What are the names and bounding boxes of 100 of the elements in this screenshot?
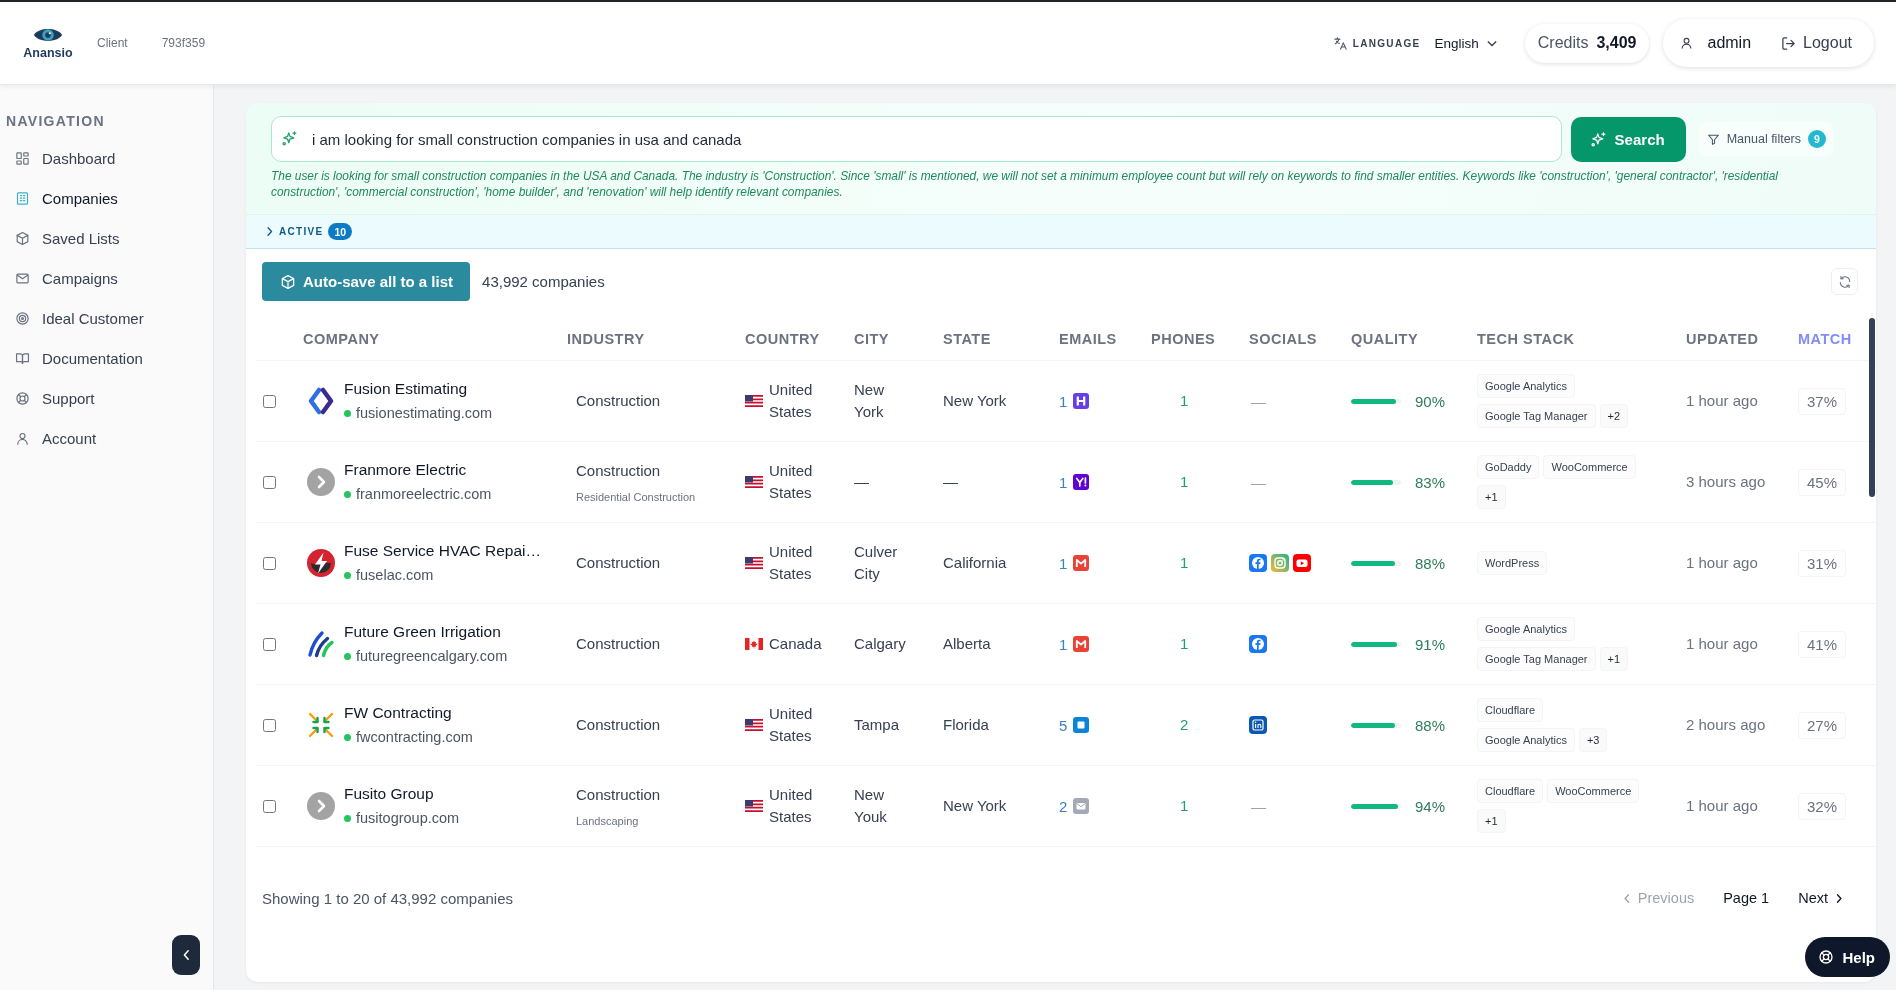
envelope-icon (1073, 798, 1090, 814)
column-header[interactable]: COUNTRY (745, 331, 820, 347)
yahoo-icon (1073, 474, 1090, 490)
column-header[interactable]: STATE (943, 331, 991, 347)
company-domain[interactable]: fwcontracting.com (356, 726, 473, 748)
state-name: California (943, 554, 1007, 571)
country-name: United States (769, 461, 814, 503)
column-header[interactable]: COMPANY (303, 331, 380, 347)
company-domain[interactable]: franmoreelectric.com (356, 483, 492, 505)
match-score: 31% (1798, 549, 1847, 577)
updated-time: 2 hours ago (1686, 716, 1766, 733)
building-icon (15, 190, 30, 206)
industry-label: Construction (576, 553, 661, 573)
row-checkbox[interactable] (263, 799, 276, 813)
row-checkbox[interactable] (263, 556, 276, 570)
city-name: Culver City (854, 542, 899, 584)
row-checkbox[interactable] (263, 475, 276, 489)
company-name[interactable]: Franmore Electric (344, 459, 492, 481)
chevron-down-icon (1486, 39, 1497, 47)
user-icon (15, 430, 30, 446)
active-filters-toggle[interactable]: ACTIVE 10 (263, 221, 357, 242)
nav-item[interactable]: Campaigns (6, 258, 205, 298)
company-domain[interactable]: fusionestimating.com (356, 402, 493, 424)
collapse-sidebar-button[interactable] (172, 935, 200, 975)
company-name[interactable]: Fusion Estimating (344, 378, 493, 400)
sub-industry-label: Residential Construction (576, 489, 696, 504)
nav-item[interactable]: Ideal Customer (6, 298, 205, 338)
column-header[interactable]: QUALITY (1351, 331, 1419, 347)
quality-percent: 91% (1415, 635, 1446, 653)
tech-tag: GoDaddy (1477, 455, 1540, 479)
next-button[interactable]: Next (1796, 886, 1844, 910)
youtube-icon[interactable] (1293, 554, 1311, 572)
curved-stripes-logo-icon (307, 630, 335, 658)
more-tag: +3 (1578, 728, 1608, 752)
canada-flag-icon (745, 638, 763, 650)
us-flag-icon (745, 395, 763, 407)
instagram-icon[interactable] (1271, 554, 1289, 572)
updated-time: 1 hour ago (1686, 392, 1758, 409)
nav-item[interactable]: Saved Lists (6, 218, 205, 258)
country-name: United States (769, 785, 814, 827)
column-header[interactable]: UPDATED (1686, 331, 1759, 347)
company-name[interactable]: Fuse Service HVAC Repai… (344, 540, 541, 562)
state-name: Alberta (943, 635, 991, 652)
industry-label: Construction (576, 391, 661, 411)
refresh-button[interactable] (1831, 268, 1858, 295)
nav-item[interactable]: Dashboard (6, 138, 205, 178)
company-domain[interactable]: fuselac.com (356, 564, 434, 586)
nav-item[interactable]: Support (6, 378, 205, 418)
arrows-logo-icon (307, 711, 335, 739)
row-checkbox[interactable] (263, 718, 276, 732)
nav-item[interactable]: Companies (6, 178, 205, 218)
tech-tag: Google Tag Manager (1477, 404, 1596, 428)
nav-item[interactable]: Account (6, 418, 205, 458)
empty-dash: — (1251, 797, 1266, 815)
company-name[interactable]: Future Green Irrigation (344, 621, 508, 643)
chevron-left-icon (1623, 893, 1630, 903)
company-name[interactable]: FW Contracting (344, 702, 473, 724)
email-count: 1 (1059, 392, 1068, 410)
us-flag-icon (745, 557, 763, 569)
chevron-left-icon (182, 950, 190, 960)
facebook-icon[interactable] (1249, 635, 1267, 653)
scrollbar-thumb[interactable] (1869, 318, 1875, 497)
column-header[interactable]: CITY (854, 331, 890, 347)
column-header[interactable]: PHONES (1151, 331, 1216, 347)
help-button[interactable]: Help (1805, 937, 1890, 977)
search-button[interactable]: Search (1570, 116, 1686, 162)
active-count-badge: 10 (328, 223, 353, 240)
updated-time: 3 hours ago (1686, 473, 1766, 490)
row-checkbox[interactable] (263, 394, 276, 408)
linkedin-icon[interactable] (1249, 716, 1267, 734)
language-dropdown[interactable]: English (1432, 33, 1499, 53)
updated-time: 1 hour ago (1686, 797, 1758, 814)
column-header[interactable]: INDUSTRY (567, 331, 645, 347)
company-domain[interactable]: fusitogroup.com (356, 807, 460, 829)
company-domain[interactable]: futuregreencalgary.com (356, 645, 508, 667)
column-header[interactable]: SOCIALS (1249, 331, 1317, 347)
user-icon (1680, 36, 1694, 50)
bolt-logo-icon (307, 549, 335, 577)
company-name[interactable]: Fusito Group (344, 783, 460, 805)
autosave-button[interactable]: Auto-save all to a list (262, 262, 471, 301)
facebook-icon[interactable] (1249, 554, 1267, 572)
quality-percent: 88% (1415, 554, 1446, 572)
funnel-icon (1706, 132, 1720, 146)
match-score: 37% (1798, 387, 1847, 415)
phone-count: 1 (1180, 797, 1189, 814)
state-name: New York (943, 392, 1007, 409)
tech-tag: Google Tag Manager (1477, 647, 1596, 671)
logout-button[interactable]: Logout (1779, 32, 1854, 54)
nav-item[interactable]: Documentation (6, 338, 205, 378)
state-name: Florida (943, 716, 989, 733)
tech-tag: Google Analytics (1477, 617, 1575, 641)
manual-filters-button[interactable]: Manual filters 9 (1698, 122, 1834, 156)
target-icon (15, 310, 30, 326)
search-field[interactable]: i am looking for small construction companies in usa and canada (271, 116, 1562, 162)
column-header[interactable]: EMAILS (1059, 331, 1117, 347)
row-checkbox[interactable] (263, 637, 276, 651)
quality-percent: 83% (1415, 473, 1446, 491)
tech-tag: WooCommerce (1547, 779, 1640, 803)
column-header[interactable]: TECH STACK (1477, 331, 1575, 347)
industry-label: Construction (576, 784, 661, 805)
